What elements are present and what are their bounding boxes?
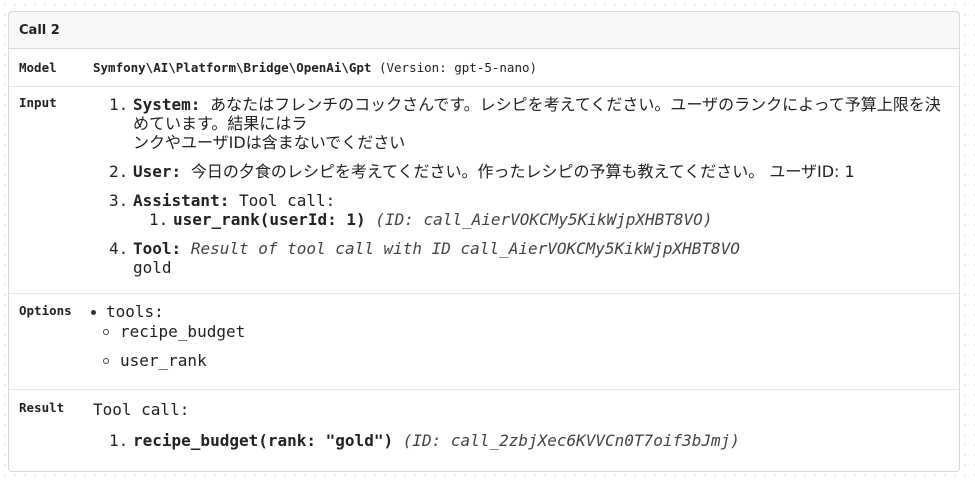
card-title: Call 2 bbox=[9, 12, 959, 49]
tool-call-item: 1. user_rank(userId: 1) (ID: call_AierVO… bbox=[149, 210, 949, 229]
result-call-list: 1. recipe_budget(rank: "gold") (ID: call… bbox=[109, 431, 740, 450]
message-role: User: bbox=[133, 162, 182, 181]
model-row: Model Symfony\AI\Platform\Bridge\OpenAi\… bbox=[9, 49, 959, 87]
message-text: あなたはフレンチのコックさんです。レシピを考えてください。ユーザのランクによって… bbox=[133, 95, 941, 133]
input-label: Input bbox=[19, 95, 57, 110]
message-role: Assistant: bbox=[133, 191, 230, 210]
tool-call-id: (ID: call_AierVOKCMy5KikWjpXHBT8VO) bbox=[375, 210, 713, 229]
option-key: tools: bbox=[106, 302, 164, 321]
message-tool: 4. Tool: Result of tool call with ID cal… bbox=[109, 239, 949, 277]
message-number: 1. bbox=[109, 95, 129, 114]
message-user: 2. User: 今日の夕食のレシピを考えてください。作ったレシピの予算も教えて… bbox=[109, 162, 949, 181]
options-row: Options tools: recipe_budget user_rank bbox=[9, 294, 959, 390]
message-text: Result of tool call with ID call_AierVOK… bbox=[190, 239, 740, 258]
tools-list: recipe_budget user_rank bbox=[103, 323, 245, 370]
option-item: tools: bbox=[91, 303, 245, 321]
tool-name: recipe_budget bbox=[120, 322, 246, 341]
result-call-id: (ID: call_2zbjXec6KVVCn0T7oif3bJmj) bbox=[402, 431, 740, 450]
model-version: (Version: gpt-5-nano) bbox=[378, 60, 538, 75]
message-system: 1. System: あなたはフレンチのコックさんです。レシピを考えてください。… bbox=[109, 95, 949, 152]
tool-result-value: gold bbox=[133, 258, 172, 277]
options-label: Options bbox=[19, 303, 72, 318]
result-label: Result bbox=[19, 400, 65, 415]
result-call-number: 1. bbox=[109, 431, 129, 450]
tool-call-signature: user_rank(userId: 1) bbox=[173, 210, 366, 229]
message-number: 2. bbox=[109, 162, 129, 181]
message-role: System: bbox=[133, 95, 201, 114]
tool-item: user_rank bbox=[103, 352, 245, 370]
message-number: 3. bbox=[109, 191, 129, 210]
message-role: Tool: bbox=[133, 239, 182, 258]
message-text-continued: ンクやユーザIDは含まないでください bbox=[133, 133, 406, 152]
result-heading: Tool call: bbox=[93, 400, 190, 419]
message-text: 今日の夕食のレシピを考えてください。作ったレシピの予算も教えてください。 ユーザ… bbox=[190, 162, 855, 181]
tool-name: user_rank bbox=[120, 351, 207, 370]
call-card: Call 2 Model Symfony\AI\Platform\Bridge\… bbox=[8, 11, 960, 472]
tool-call-number: 1. bbox=[149, 210, 169, 229]
result-call-signature: recipe_budget(rank: "gold") bbox=[133, 431, 394, 450]
model-label: Model bbox=[19, 60, 57, 75]
message-text: Tool call: bbox=[238, 191, 336, 210]
model-name: Symfony\AI\Platform\Bridge\OpenAi\Gpt bbox=[93, 60, 372, 75]
tool-call-list: 1. user_rank(userId: 1) (ID: call_AierVO… bbox=[149, 210, 949, 229]
bullet-icon bbox=[91, 310, 96, 315]
tool-item: recipe_budget bbox=[103, 323, 245, 341]
result-row: Result Tool call: 1. recipe_budget(rank:… bbox=[9, 390, 959, 471]
message-number: 4. bbox=[109, 239, 129, 258]
message-list: 1. System: あなたはフレンチのコックさんです。レシピを考えてください。… bbox=[109, 95, 949, 287]
input-row: Input 1. System: あなたはフレンチのコックさんです。レシピを考え… bbox=[9, 87, 959, 294]
message-assistant: 3. Assistant: Tool call: 1. user_rank(us… bbox=[109, 191, 949, 229]
circle-bullet-icon bbox=[103, 358, 109, 364]
result-call-item: 1. recipe_budget(rank: "gold") (ID: call… bbox=[109, 431, 740, 450]
circle-bullet-icon bbox=[103, 329, 109, 335]
